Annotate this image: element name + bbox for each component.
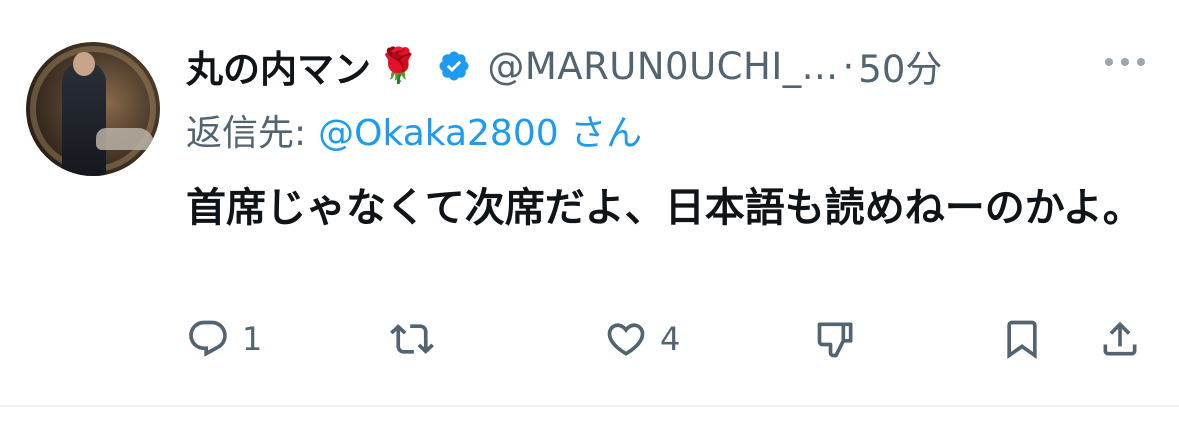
tweet-card[interactable]: 丸の内マン 🌹 @MARUN0UCHI_... · 50分 返信先: @Okaka…	[0, 0, 1179, 435]
timestamp[interactable]: 50分	[858, 39, 942, 93]
more-options-icon[interactable]	[1105, 58, 1145, 66]
share-button[interactable]	[1098, 312, 1142, 366]
reply-to-mention[interactable]: @Okaka2800 さん	[318, 113, 642, 154]
bottom-divider	[0, 405, 1179, 407]
bookmark-button[interactable]	[1000, 312, 1044, 366]
like-button[interactable]: 4	[604, 312, 680, 366]
user-handle[interactable]: @MARUN0UCHI_...	[487, 45, 838, 88]
reply-icon	[189, 320, 227, 357]
bookmark-icon	[1007, 320, 1037, 360]
more-dot	[1105, 58, 1113, 66]
action-bar: 1 4	[186, 312, 1146, 366]
avatar-figure	[62, 62, 106, 176]
reply-to-line: 返信先: @Okaka2800 さん	[186, 104, 642, 156]
avatar[interactable]	[26, 42, 160, 176]
more-dot	[1121, 58, 1129, 66]
more-dot	[1137, 58, 1145, 66]
like-count: 4	[660, 320, 681, 358]
avatar-head	[73, 52, 95, 76]
downvote-button[interactable]	[814, 312, 858, 366]
tweet-header: 丸の内マン 🌹 @MARUN0UCHI_... · 50分	[186, 40, 942, 92]
retweet-button[interactable]	[390, 312, 446, 366]
heart-icon	[607, 323, 645, 356]
avatar-car	[96, 128, 154, 150]
share-icon	[1103, 321, 1137, 356]
thumbs-down-icon	[817, 322, 853, 358]
rose-emoji: 🌹	[377, 46, 420, 86]
reply-to-label: 返信先:	[186, 113, 307, 154]
verified-badge-icon[interactable]	[437, 49, 471, 83]
reply-count: 1	[242, 320, 263, 358]
display-name[interactable]: 丸の内マン	[186, 39, 371, 93]
reply-button[interactable]: 1	[186, 312, 262, 366]
separator-dot: ·	[842, 44, 855, 88]
retweet-icon	[390, 324, 434, 354]
tweet-text: 首席じゃなくて次席だよ、日本語も読めねーのかよ。	[186, 185, 1143, 231]
